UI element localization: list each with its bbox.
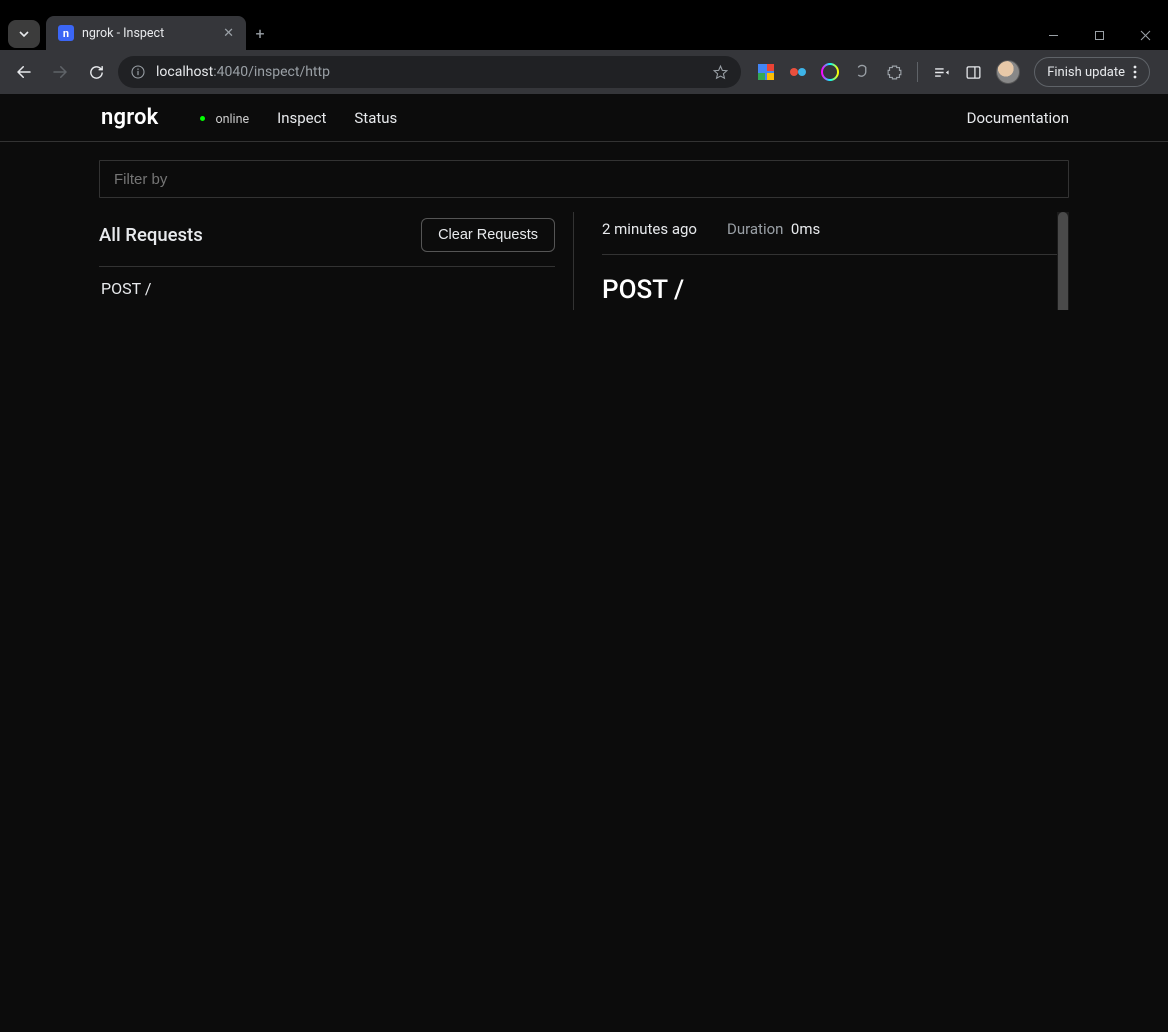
extension-icon-2[interactable] xyxy=(789,63,807,81)
window-titlebar xyxy=(0,0,1168,14)
kebab-icon xyxy=(1133,65,1137,79)
request-method: POST xyxy=(101,279,141,298)
request-row[interactable]: POST / xyxy=(99,267,555,310)
browser-tabstrip: n ngrok - Inspect ✕ + xyxy=(0,14,1168,50)
request-title: POST / xyxy=(602,275,1069,305)
address-bar[interactable]: localhost:4040/inspect/http xyxy=(118,56,741,88)
nav-documentation[interactable]: Documentation xyxy=(967,109,1069,127)
media-control-icon[interactable] xyxy=(932,63,950,81)
panel-divider xyxy=(573,212,574,310)
site-info-icon[interactable] xyxy=(130,64,146,80)
duration-label: Duration xyxy=(727,220,783,238)
extension-icon-3[interactable] xyxy=(821,63,839,81)
arrow-right-icon xyxy=(51,63,69,81)
finish-update-button[interactable]: Finish update xyxy=(1034,57,1150,87)
new-tab-button[interactable]: + xyxy=(246,16,274,50)
nav-inspect[interactable]: Inspect xyxy=(277,109,326,127)
browser-tab[interactable]: n ngrok - Inspect ✕ xyxy=(46,16,246,50)
nav-status[interactable]: Status xyxy=(354,109,397,127)
filter-input[interactable] xyxy=(99,160,1069,198)
back-button[interactable] xyxy=(10,58,38,86)
request-path: / xyxy=(145,279,152,298)
request-list-panel: All Requests Clear Requests POST / xyxy=(99,212,555,310)
status-indicator: online xyxy=(186,108,249,127)
side-panel-icon[interactable] xyxy=(964,63,982,81)
arrow-left-icon xyxy=(15,63,33,81)
request-time: 2 minutes ago xyxy=(602,220,697,238)
scrollbar-thumb[interactable] xyxy=(1058,212,1068,310)
window-close-button[interactable] xyxy=(1122,20,1168,50)
brand-logo[interactable]: ngrok xyxy=(101,105,158,130)
reload-button[interactable] xyxy=(82,58,110,86)
clear-requests-button[interactable]: Clear Requests xyxy=(421,218,555,252)
minimize-button[interactable] xyxy=(1030,20,1076,50)
profile-avatar[interactable] xyxy=(996,60,1020,84)
tab-title: ngrok - Inspect xyxy=(82,26,215,41)
extension-icon-1[interactable] xyxy=(757,63,775,81)
page-content: ngrok online Inspect Status Documentatio… xyxy=(0,94,1168,1032)
extensions-menu-icon[interactable] xyxy=(885,63,903,81)
scrollbar-track[interactable] xyxy=(1057,212,1069,310)
reload-icon xyxy=(88,64,105,81)
ngrok-favicon: n xyxy=(58,25,74,41)
toolbar-icons: Finish update xyxy=(749,57,1158,87)
browser-toolbar: localhost:4040/inspect/http Finish updat… xyxy=(0,50,1168,94)
finish-update-label: Finish update xyxy=(1047,65,1125,80)
chevron-down-icon xyxy=(18,28,30,40)
url-text: localhost:4040/inspect/http xyxy=(156,64,330,80)
detail-scroll[interactable]: 2 minutes ago Duration 0ms POST / Summar… xyxy=(602,212,1069,310)
app-nav: ngrok online Inspect Status Documentatio… xyxy=(0,94,1168,142)
tab-search-dropdown[interactable] xyxy=(8,20,40,48)
maximize-button[interactable] xyxy=(1076,20,1122,50)
status-dot-icon xyxy=(200,116,205,121)
bookmark-icon[interactable] xyxy=(712,64,729,81)
extension-icon-4[interactable] xyxy=(853,63,871,81)
all-requests-heading: All Requests xyxy=(99,224,203,246)
request-detail-panel: 2 minutes ago Duration 0ms POST / Summar… xyxy=(602,212,1069,310)
window-controls xyxy=(1030,20,1168,50)
close-icon[interactable]: ✕ xyxy=(223,26,234,41)
duration-value: 0ms xyxy=(791,220,820,238)
toolbar-divider xyxy=(917,62,918,82)
forward-button[interactable] xyxy=(46,58,74,86)
